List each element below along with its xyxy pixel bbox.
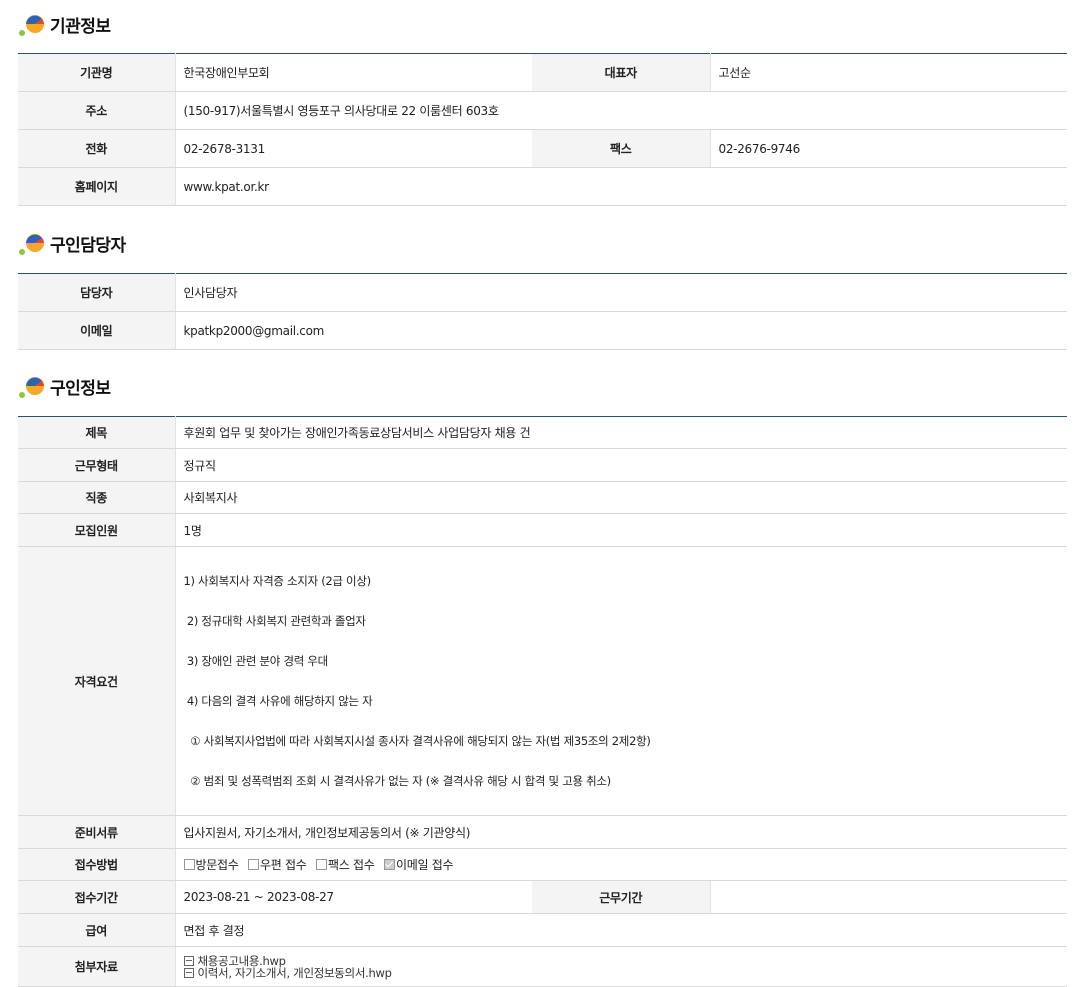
qual-line: ① 사회복지사업법에 따라 사회복지시설 종사자 결격사유에 해당되지 않는 자… — [183, 734, 651, 748]
period-label: 접수기간 — [18, 880, 176, 914]
method-mail: 우편 접수 — [247, 858, 307, 872]
period: 2023-08-21 ~ 2023-08-27 — [175, 880, 532, 914]
docs: 입사지원서, 자기소개서, 개인정보제공동의서 (※ 기관양식) — [175, 815, 1068, 849]
attachment-name: 이력서, 자기소개서, 개인정보동의서.hwp — [197, 965, 392, 980]
file-icon — [183, 955, 194, 966]
table-row: 기관명 한국장애인부모회 대표자 고선순 — [18, 53, 1067, 92]
attach-label: 첨부자료 — [18, 946, 176, 987]
table-row: 첨부자료 채용공고내용.hwp 이력서, 자기소개서, 개인정보동의서.hwp — [18, 946, 1068, 987]
salary-label: 급여 — [18, 913, 176, 947]
method-fax-label: 팩스 접수 — [327, 858, 375, 872]
logo-icon — [18, 229, 46, 257]
count-label: 모집인원 — [18, 513, 176, 547]
checkbox-icon — [315, 859, 327, 870]
table-row: 제목 후원회 업무 및 찾아가는 장애인가족동료상담서비스 사업담당자 채용 건 — [18, 416, 1068, 449]
ceo-label: 대표자 — [532, 53, 711, 92]
docs-label: 준비서류 — [18, 815, 176, 849]
table-row: 급여 면접 후 결정 — [18, 913, 1068, 947]
attachment-link[interactable]: 이력서, 자기소개서, 개인정보동의서.hwp — [183, 965, 1060, 980]
methods: 방문접수 우편 접수 팩스 접수 이메일 접수 — [175, 848, 1068, 881]
qual-label: 자격요건 — [18, 546, 176, 816]
type: 정규직 — [175, 448, 1068, 482]
count: 1명 — [175, 513, 1068, 547]
table-row: 이메일 kpatkp2000@gmail.com — [18, 311, 1067, 350]
table-row: 준비서류 입사지원서, 자기소개서, 개인정보제공동의서 (※ 기관양식) — [18, 815, 1068, 849]
work-period — [710, 880, 1068, 914]
table-row: 접수방법 방문접수 우편 접수 팩스 접수 이메일 접수 — [18, 848, 1068, 881]
method-label: 접수방법 — [18, 848, 176, 881]
qual-line: 2) 정규대학 사회복지 관련학과 졸업자 — [183, 614, 366, 628]
method-email-label: 이메일 접수 — [395, 858, 454, 872]
phone: 02-2678-3131 — [175, 129, 532, 168]
agency-table: 기관명 한국장애인부모회 대표자 고선순 주소 (150-917)서울특별시 영… — [18, 53, 1067, 206]
contact-table: 담당자 인사담당자 이메일 kpatkp2000@gmail.com — [18, 273, 1067, 350]
table-row: 접수기간 2023-08-21 ~ 2023-08-27 근무기간 — [18, 880, 1068, 914]
checkbox-icon — [183, 859, 195, 870]
method-visit-label: 방문접수 — [195, 858, 239, 872]
subject-label: 제목 — [18, 416, 176, 449]
qual-line: 1) 사회복지사 자격증 소지자 (2급 이상) — [183, 574, 372, 588]
file-icon — [183, 967, 194, 978]
agency-name-label: 기관명 — [18, 53, 176, 92]
person-label: 담당자 — [18, 273, 176, 312]
qualifications: 1) 사회복지사 자격증 소지자 (2급 이상) 2) 정규대학 사회복지 관련… — [175, 546, 1068, 816]
method-fax: 팩스 접수 — [315, 858, 375, 872]
table-row: 전화 02-2678-3131 팩스 02-2676-9746 — [18, 129, 1067, 168]
person: 인사담당자 — [175, 273, 1067, 312]
table-row: 모집인원 1명 — [18, 513, 1068, 547]
homepage-link[interactable]: www.kpat.or.kr — [175, 167, 1067, 206]
table-row: 자격요건 1) 사회복지사 자격증 소지자 (2급 이상) 2) 정규대학 사회… — [18, 546, 1068, 816]
job-table: 제목 후원회 업무 및 찾아가는 장애인가족동료상담서비스 사업담당자 채용 건… — [18, 416, 1068, 987]
agency-name: 한국장애인부모회 — [175, 53, 532, 92]
qual-line: ② 범죄 및 성폭력범죄 조회 시 결격사유가 없는 자 (※ 결격사유 해당 … — [183, 774, 611, 788]
work-period-label: 근무기간 — [532, 880, 711, 914]
table-row: 근무형태 정규직 — [18, 448, 1068, 482]
attachments: 채용공고내용.hwp 이력서, 자기소개서, 개인정보동의서.hwp — [175, 946, 1068, 987]
qual-line: 4) 다음의 결격 사유에 해당하지 않는 자 — [183, 694, 373, 708]
qual-line: 3) 장애인 관련 분야 경력 우대 — [183, 654, 328, 668]
section-title-text: 구인담당자 — [50, 235, 126, 256]
section-title-text: 구인정보 — [50, 378, 111, 399]
fax: 02-2676-9746 — [710, 129, 1067, 168]
section-title-text: 기관정보 — [50, 16, 111, 37]
email-label: 이메일 — [18, 311, 176, 350]
checkbox-checked-icon — [383, 859, 395, 870]
table-row: 주소 (150-917)서울특별시 영등포구 의사당대로 22 이룸센터 603… — [18, 91, 1067, 130]
method-mail-label: 우편 접수 — [259, 858, 307, 872]
salary: 면접 후 결정 — [175, 913, 1068, 947]
address-label: 주소 — [18, 91, 176, 130]
section-title-contact: 구인담당자 — [18, 229, 126, 257]
fax-label: 팩스 — [532, 129, 711, 168]
section-title-job: 구인정보 — [18, 372, 111, 400]
subject: 후원회 업무 및 찾아가는 장애인가족동료상담서비스 사업담당자 채용 건 — [175, 416, 1068, 449]
position-label: 직종 — [18, 481, 176, 514]
method-visit: 방문접수 — [183, 858, 239, 872]
phone-label: 전화 — [18, 129, 176, 168]
type-label: 근무형태 — [18, 448, 176, 482]
ceo: 고선순 — [710, 53, 1067, 92]
table-row: 직종 사회복지사 — [18, 481, 1068, 514]
address: (150-917)서울특별시 영등포구 의사당대로 22 이룸센터 603호 — [175, 91, 1067, 130]
table-row: 홈페이지 www.kpat.or.kr — [18, 167, 1067, 206]
logo-icon — [18, 372, 46, 400]
table-row: 담당자 인사담당자 — [18, 273, 1067, 312]
method-email: 이메일 접수 — [383, 858, 454, 872]
logo-icon — [18, 10, 46, 38]
section-title-agency: 기관정보 — [18, 10, 111, 38]
email: kpatkp2000@gmail.com — [175, 311, 1067, 350]
position: 사회복지사 — [175, 481, 1068, 514]
homepage-label: 홈페이지 — [18, 167, 176, 206]
checkbox-icon — [247, 859, 259, 870]
